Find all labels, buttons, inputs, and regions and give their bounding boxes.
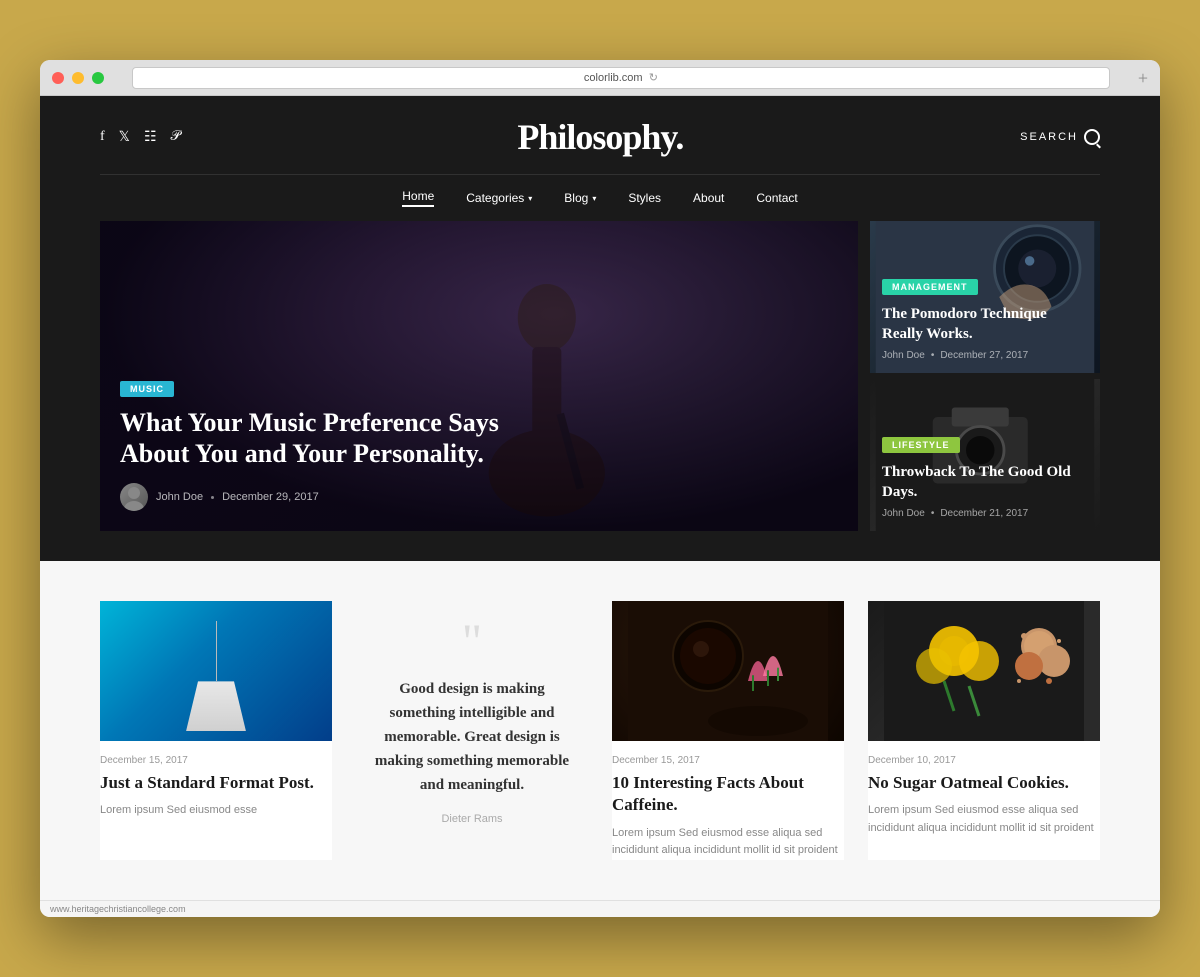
chevron-down-icon: ▾ <box>528 194 532 203</box>
browser-statusbar: www.heritagechristiancollege.com <box>40 900 1160 917</box>
nav-item-home[interactable]: Home <box>402 189 434 207</box>
post-4-image <box>868 601 1100 741</box>
post-1-title: Just a Standard Format Post. <box>100 772 332 794</box>
post-card-1[interactable]: December 15, 2017 Just a Standard Format… <box>100 601 332 859</box>
minimize-button[interactable] <box>72 72 84 84</box>
hero-side-cards: MANAGEMENT The Pomodoro Technique Really… <box>870 221 1100 531</box>
search-icon <box>1084 129 1100 145</box>
side-card-2-content: LIFESTYLE Throwback To The Good Old Days… <box>870 423 1100 531</box>
search-button[interactable]: SEARCH <box>1020 129 1100 145</box>
nav-item-styles[interactable]: Styles <box>628 189 661 207</box>
hero-date: December 29, 2017 <box>222 491 319 503</box>
side-card-2-tag: LIFESTYLE <box>882 437 960 453</box>
maximize-button[interactable] <box>92 72 104 84</box>
search-label: SEARCH <box>1020 131 1078 143</box>
flowers-image <box>868 601 1100 741</box>
side-card-1-dot: • <box>931 350 935 361</box>
social-icons: f 𝕏 ☷ 𝒫 <box>100 129 181 146</box>
site-nav: Home Categories ▾ Blog ▾ Styles About Co <box>100 174 1100 221</box>
posts-grid: December 15, 2017 Just a Standard Format… <box>100 601 1100 859</box>
nav-item-blog[interactable]: Blog ▾ <box>564 189 596 207</box>
quote-marks: " <box>366 621 578 661</box>
browser-window: colorlib.com ↻ + f 𝕏 ☷ 𝒫 Philosophy. <box>40 60 1160 916</box>
lamp-shape <box>186 681 246 731</box>
hero-main-card[interactable]: MUSIC What Your Music Preference Says Ab… <box>100 221 858 531</box>
nav-item-categories[interactable]: Categories ▾ <box>466 189 532 207</box>
post-3-body: December 15, 2017 10 Interesting Facts A… <box>612 741 844 859</box>
header-top: f 𝕏 ☷ 𝒫 Philosophy. SEARCH <box>100 116 1100 174</box>
quote-card: " Good design is making something intell… <box>356 601 588 859</box>
coffee-image <box>612 601 844 741</box>
author-avatar <box>120 483 148 511</box>
post-3-image <box>612 601 844 741</box>
post-card-3[interactable]: December 15, 2017 10 Interesting Facts A… <box>612 601 844 859</box>
side-card-1-date: December 27, 2017 <box>940 350 1028 361</box>
side-card-2-date: December 21, 2017 <box>940 508 1028 519</box>
post-4-body: December 10, 2017 No Sugar Oatmeal Cooki… <box>868 741 1100 837</box>
hero-tag: MUSIC <box>120 381 174 397</box>
side-card-2-meta: John Doe • December 21, 2017 <box>882 508 1088 519</box>
post-card-4[interactable]: December 10, 2017 No Sugar Oatmeal Cooki… <box>868 601 1100 859</box>
reload-icon[interactable]: ↻ <box>649 71 658 84</box>
facebook-icon[interactable]: f <box>100 129 105 146</box>
instagram-icon[interactable]: ☷ <box>144 129 157 146</box>
post-3-date: December 15, 2017 <box>612 755 844 766</box>
hero-side-card-2[interactable]: LIFESTYLE Throwback To The Good Old Days… <box>870 379 1100 531</box>
twitter-icon[interactable]: 𝕏 <box>119 129 130 146</box>
side-card-1-meta: John Doe • December 27, 2017 <box>882 350 1088 361</box>
quote-text: Good design is making something intellig… <box>366 677 578 797</box>
post-3-title: 10 Interesting Facts About Caffeine. <box>612 772 844 816</box>
new-tab-button[interactable]: + <box>1138 69 1148 87</box>
post-4-date: December 10, 2017 <box>868 755 1100 766</box>
hero-title: What Your Music Preference Says About Yo… <box>120 407 500 469</box>
post-3-excerpt: Lorem ipsum Sed eiusmod esse aliqua sed … <box>612 825 844 860</box>
side-card-1-tag: MANAGEMENT <box>882 279 978 295</box>
hero-meta: John Doe December 29, 2017 <box>120 483 500 511</box>
hero-section: MUSIC What Your Music Preference Says Ab… <box>40 221 1160 561</box>
post-4-title: No Sugar Oatmeal Cookies. <box>868 772 1100 794</box>
side-card-1-author: John Doe <box>882 350 925 361</box>
main-content: December 15, 2017 Just a Standard Format… <box>40 561 1160 899</box>
nav-item-about[interactable]: About <box>693 189 724 207</box>
close-button[interactable] <box>52 72 64 84</box>
pinterest-icon[interactable]: 𝒫 <box>171 129 181 146</box>
side-card-1-title: The Pomodoro Technique Really Works. <box>882 305 1088 344</box>
meta-separator <box>211 496 214 499</box>
quote-author: Dieter Rams <box>366 813 578 825</box>
status-url: www.heritagechristiancollege.com <box>50 904 186 914</box>
side-card-2-author: John Doe <box>882 508 925 519</box>
post-4-excerpt: Lorem ipsum Sed eiusmod esse aliqua sed … <box>868 802 1100 837</box>
chevron-down-icon: ▾ <box>592 194 596 203</box>
nav-item-contact[interactable]: Contact <box>756 189 797 207</box>
side-card-1-content: MANAGEMENT The Pomodoro Technique Really… <box>870 265 1100 373</box>
site-title: Philosophy. <box>517 116 683 158</box>
light-image <box>100 601 332 741</box>
post-1-body: December 15, 2017 Just a Standard Format… <box>100 741 332 820</box>
post-1-date: December 15, 2017 <box>100 755 332 766</box>
hero-side-card-1[interactable]: MANAGEMENT The Pomodoro Technique Really… <box>870 221 1100 373</box>
url-text: colorlib.com <box>584 72 643 84</box>
site-header: f 𝕏 ☷ 𝒫 Philosophy. SEARCH Home <box>40 96 1160 221</box>
post-1-image <box>100 601 332 741</box>
address-bar[interactable]: colorlib.com ↻ <box>132 67 1110 89</box>
side-card-2-dot: • <box>931 508 935 519</box>
site-content: f 𝕏 ☷ 𝒫 Philosophy. SEARCH Home <box>40 96 1160 899</box>
hero-author: John Doe <box>156 491 203 503</box>
browser-titlebar: colorlib.com ↻ + <box>40 60 1160 96</box>
hero-main-content: MUSIC What Your Music Preference Says Ab… <box>100 359 520 531</box>
side-card-2-title: Throwback To The Good Old Days. <box>882 463 1088 502</box>
post-1-excerpt: Lorem ipsum Sed eiusmod esse <box>100 802 332 820</box>
